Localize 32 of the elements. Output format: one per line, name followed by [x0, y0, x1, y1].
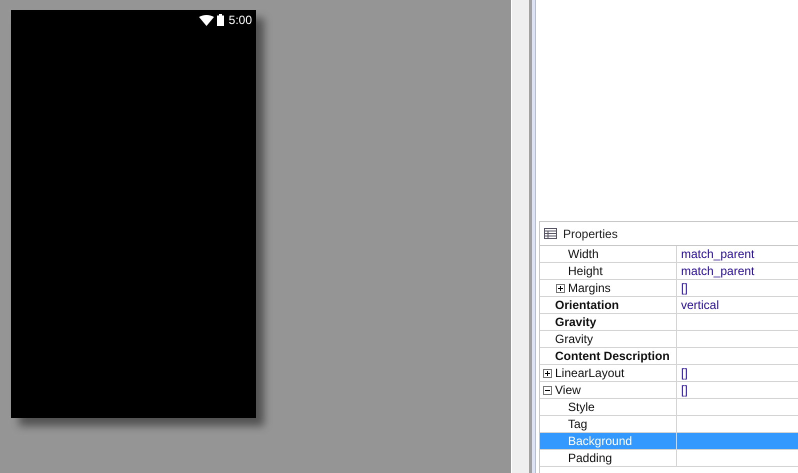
property-name[interactable]: View	[555, 381, 581, 399]
value-cell[interactable]: vertical	[677, 297, 798, 313]
property-name[interactable]: Width	[568, 245, 599, 263]
property-name[interactable]: Height	[568, 262, 603, 280]
property-name[interactable]: Gravity	[555, 330, 594, 348]
property-name[interactable]: Orientation	[555, 296, 620, 314]
collapse-icon[interactable]	[543, 386, 552, 394]
status-time: 5:00	[228, 12, 252, 29]
property-value[interactable]: []	[681, 279, 688, 297]
value-cell[interactable]: []	[677, 382, 798, 398]
property-name[interactable]: Content Description	[555, 347, 670, 365]
value-cell[interactable]: []	[677, 280, 798, 296]
value-cell[interactable]: []	[677, 365, 798, 381]
property-value[interactable]: match_parent	[681, 245, 754, 263]
property-name[interactable]: Padding	[568, 449, 612, 467]
property-name[interactable]: Tag	[568, 415, 588, 433]
value-cell[interactable]: match_parent	[677, 263, 798, 279]
table-icon	[544, 228, 557, 239]
property-value[interactable]: match_parent	[681, 262, 754, 280]
property-name[interactable]: LinearLayout	[555, 364, 624, 382]
expand-icon[interactable]	[556, 284, 565, 292]
expand-icon[interactable]	[543, 368, 552, 378]
panel-title: Properties	[563, 226, 618, 242]
property-value[interactable]: []	[681, 364, 688, 382]
property-name[interactable]: Gravity	[555, 313, 596, 331]
wifi-icon	[198, 14, 214, 26]
battery-icon	[216, 14, 224, 26]
property-value[interactable]: vertical	[681, 296, 720, 314]
property-value[interactable]: []	[681, 381, 688, 399]
property-name[interactable]: Margins	[568, 279, 611, 297]
value-cell[interactable]: match_parent	[677, 246, 798, 262]
property-name[interactable]: Style	[568, 398, 595, 416]
